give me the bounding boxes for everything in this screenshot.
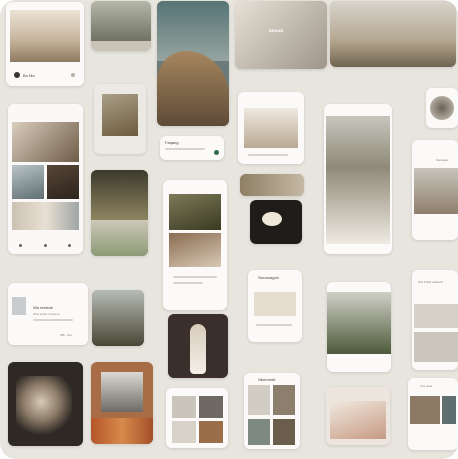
- card-search-bar[interactable]: Faqang: [160, 136, 224, 160]
- card-landscape[interactable]: [92, 290, 144, 346]
- plant-photo: [102, 94, 138, 136]
- strip-photo: [240, 174, 304, 196]
- text-line: [173, 276, 217, 278]
- desert-photo: [10, 10, 80, 62]
- moodboard-canvas: Bo Ma Wa restiole Wos prdas mosome MB - …: [0, 0, 458, 459]
- ans-photo-1: [410, 396, 440, 424]
- article-meta: MB - GG: [60, 333, 72, 337]
- profile-name: Bo Ma: [23, 73, 35, 78]
- hand-photo: [414, 168, 458, 214]
- card-cactus[interactable]: [91, 170, 148, 256]
- paper-photo: [16, 376, 72, 434]
- card-brand-landscape[interactable]: BRAND: [235, 1, 327, 69]
- card-phone-tree[interactable]: [327, 282, 391, 372]
- chair-photo: [244, 108, 298, 148]
- card-plant[interactable]: [94, 84, 146, 154]
- card-avatar[interactable]: [426, 88, 458, 128]
- card-chair[interactable]: [238, 92, 304, 164]
- card-field[interactable]: [330, 1, 456, 67]
- card-woman[interactable]: [324, 104, 392, 254]
- dune-photo: [157, 51, 229, 126]
- card-profile[interactable]: Bo Ma: [6, 2, 84, 86]
- ans-title: Ans waet: [420, 384, 433, 388]
- gallery-photo-2: [12, 165, 44, 199]
- card-flowers[interactable]: [91, 362, 153, 444]
- hand-title: Swowale: [436, 158, 449, 162]
- product-photo: [254, 292, 296, 316]
- back-icon[interactable]: [19, 244, 22, 247]
- plants-title: Nbemmbt: [258, 377, 276, 382]
- flowers-photo: [91, 418, 153, 444]
- interior-title: Ww Pollid wiltasolf: [418, 280, 443, 284]
- card-hand[interactable]: Swowale: [412, 140, 458, 240]
- vase-photo: [190, 324, 206, 374]
- heart-icon[interactable]: [68, 244, 71, 247]
- grid-photo-2: [199, 396, 223, 418]
- card-phone-gallery[interactable]: [8, 104, 83, 254]
- card-portrait[interactable]: [91, 1, 151, 51]
- plants-photo-3: [248, 419, 270, 445]
- plants-photo-1: [248, 385, 270, 415]
- figure-photo: [101, 372, 143, 412]
- gallery-photo-4: [12, 202, 79, 230]
- card-dark-still-life[interactable]: [8, 362, 83, 446]
- greens-photo: [169, 194, 221, 230]
- ans-photo-2: [442, 396, 456, 424]
- tree-photo: [327, 292, 391, 354]
- card-phone-food[interactable]: [163, 180, 227, 310]
- card-flowers-small[interactable]: [326, 387, 390, 445]
- card-thin-photo[interactable]: [240, 174, 304, 196]
- woman-photo: [326, 116, 390, 244]
- play-icon[interactable]: [214, 150, 219, 155]
- text-line: [165, 148, 205, 150]
- article-title: Wa restiole: [33, 305, 53, 310]
- interior-photo-2: [414, 332, 458, 362]
- card-desert-dune[interactable]: [157, 1, 229, 126]
- brand-label: BRAND: [269, 28, 284, 33]
- article-subtitle: Wos prdas mosome: [33, 312, 60, 316]
- portrait-photo: [91, 1, 151, 41]
- card-interior[interactable]: Ww Pollid wiltasolf: [412, 270, 458, 370]
- grid-photo-1: [172, 396, 196, 418]
- interior-photo-1: [414, 304, 458, 328]
- text-line: [248, 154, 288, 156]
- card-dark-dish[interactable]: [250, 200, 302, 244]
- grid-photo-3: [172, 421, 196, 443]
- hills-photo: [92, 290, 144, 346]
- grid-photo-4: [199, 421, 223, 443]
- card-plants-list[interactable]: Nbemmbt: [244, 373, 300, 449]
- search-icon[interactable]: [44, 244, 47, 247]
- dish-photo: [262, 212, 282, 226]
- card-ans[interactable]: Ans waet: [408, 378, 458, 450]
- soft-photo: [235, 1, 327, 69]
- text-line: [256, 324, 292, 326]
- card-product[interactable]: Swousagoh: [248, 270, 302, 342]
- menu-icon[interactable]: [71, 73, 75, 77]
- gallery-photo-3: [47, 165, 79, 199]
- stems-photo: [330, 401, 386, 439]
- field-photo: [330, 1, 456, 67]
- card-vase[interactable]: [168, 314, 228, 378]
- avatar-photo: [430, 96, 454, 120]
- flower-photo: [91, 170, 148, 220]
- avatar: [14, 72, 20, 78]
- card-grid[interactable]: [166, 388, 228, 448]
- text-line: [173, 282, 203, 284]
- card-article[interactable]: Wa restiole Wos prdas mosome MB - GG: [8, 283, 88, 345]
- search-title: Faqang: [165, 140, 179, 145]
- plants-photo-4: [273, 419, 295, 445]
- plants-photo-2: [273, 385, 295, 415]
- article-thumb: [12, 297, 26, 315]
- bowl-photo: [169, 233, 221, 267]
- gallery-photo-1: [12, 122, 79, 162]
- text-line: [33, 319, 73, 321]
- product-title: Swousagoh: [258, 275, 279, 280]
- cactus-photo: [91, 220, 148, 256]
